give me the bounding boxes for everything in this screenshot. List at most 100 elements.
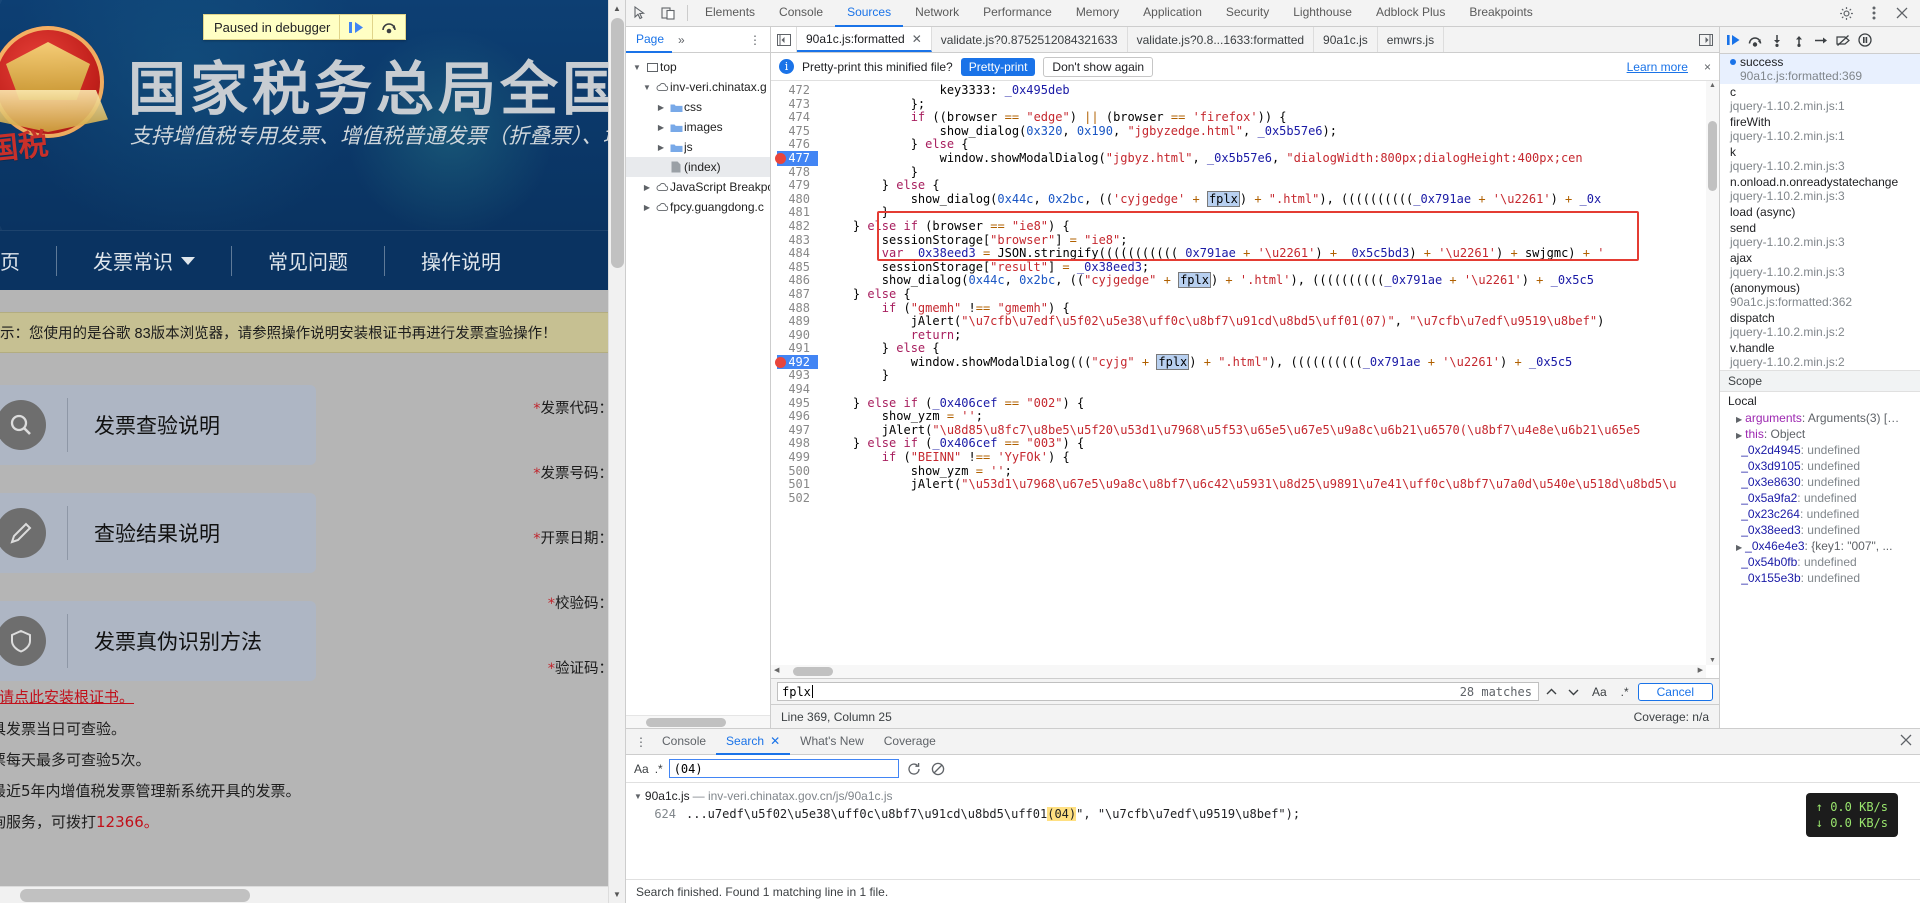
install-root-cert-link[interactable]: 查验前请点此安装根证书。: [0, 686, 134, 707]
line-number[interactable]: 478: [771, 166, 818, 180]
line-number[interactable]: 501: [771, 478, 818, 492]
resume-icon[interactable]: [339, 15, 372, 39]
line-number[interactable]: 480: [771, 193, 818, 207]
code-line[interactable]: 483 sessionStorage["browser"] = "ie8";: [771, 234, 1719, 248]
scrollbar-thumb[interactable]: [646, 718, 726, 727]
line-number[interactable]: 477: [771, 152, 818, 166]
scope-variable[interactable]: _0x155e3b: undefined: [1720, 570, 1920, 586]
tab-sources[interactable]: Sources: [835, 0, 903, 27]
tab-breakpoints[interactable]: Breakpoints: [1457, 0, 1544, 27]
scroll-down-arrow-icon[interactable]: ▼: [609, 886, 625, 903]
chevron-right-icon[interactable]: ▶: [1736, 431, 1742, 440]
call-stack-frame[interactable]: n.onload.n.onreadystatechangejquery-1.10…: [1720, 174, 1920, 204]
line-number[interactable]: 489: [771, 315, 818, 329]
call-stack-frame[interactable]: (anonymous)90a1c.js:formatted:362: [1720, 280, 1920, 310]
scope-variable[interactable]: _0x3e8630: undefined: [1720, 474, 1920, 490]
card-result-help[interactable]: 查验结果说明: [0, 493, 316, 573]
scrollbar-thumb[interactable]: [611, 18, 624, 268]
line-number[interactable]: 485: [771, 261, 818, 275]
scope-variable[interactable]: ▶_0x46e4e3: {key1: "007", ...: [1720, 538, 1920, 554]
page-horizontal-scrollbar[interactable]: [0, 886, 608, 903]
more-vertical-icon[interactable]: ⋮: [630, 735, 652, 749]
scroll-left-arrow-icon[interactable]: ◀: [774, 666, 779, 674]
code-horizontal-scrollbar[interactable]: ◀ ▶: [771, 665, 1706, 678]
chevron-right-icon[interactable]: ▶: [654, 103, 668, 112]
code-line[interactable]: 500 show_yzm = '';: [771, 465, 1719, 479]
step-over-icon[interactable]: [1744, 28, 1766, 52]
editor-tab-90a1c-formatted[interactable]: 90a1c.js:formatted ✕: [797, 27, 932, 52]
code-line[interactable]: 486 show_dialog(0x44c, 0x2bc, (("cyjgedg…: [771, 274, 1719, 288]
scope-variable[interactable]: _0x3d9105: undefined: [1720, 458, 1920, 474]
code-line[interactable]: 472 key3333: _0x495deb: [771, 84, 1719, 98]
code-line[interactable]: 489 jAlert("\u7cfb\u7edf\u5f02\u5e38\uff…: [771, 315, 1719, 329]
call-stack-frame[interactable]: v.handlejquery-1.10.2.min.js:2: [1720, 340, 1920, 370]
tab-security[interactable]: Security: [1214, 0, 1281, 27]
breakpoint-marker[interactable]: [775, 357, 786, 368]
more-vertical-icon[interactable]: [1860, 0, 1888, 26]
chevron-right-icon[interactable]: ▶: [654, 143, 668, 152]
drawer-tab-whats-new[interactable]: What's New: [790, 729, 874, 755]
code-line[interactable]: 492 window.showModalDialog((("cyjg" + fp…: [771, 356, 1719, 370]
match-case-toggle[interactable]: Aa: [1587, 682, 1612, 701]
drawer-tab-search[interactable]: Search ✕: [716, 729, 790, 755]
code-line[interactable]: 494: [771, 383, 1719, 397]
editor-tab-emwrs[interactable]: emwrs.js: [1378, 27, 1444, 52]
regex-toggle[interactable]: .*: [1616, 682, 1634, 701]
tab-console[interactable]: Console: [767, 0, 835, 27]
dont-show-again-button[interactable]: Don't show again: [1043, 57, 1153, 77]
line-number[interactable]: 472: [771, 84, 818, 98]
scope-variable[interactable]: _0x38eed3: undefined: [1720, 522, 1920, 538]
chevron-right-icon[interactable]: ▶: [1736, 415, 1742, 424]
scope-group-local[interactable]: Local: [1720, 392, 1920, 410]
editor-tab-validate[interactable]: validate.js?0.8752512084321633: [932, 27, 1128, 52]
line-number[interactable]: 482: [771, 220, 818, 234]
line-number[interactable]: 495: [771, 397, 818, 411]
tab-network[interactable]: Network: [903, 0, 971, 27]
scope-variable[interactable]: _0x54b0fb: undefined: [1720, 554, 1920, 570]
card-authenticity-method[interactable]: 发票真伪识别方法: [0, 601, 316, 681]
line-number[interactable]: 476: [771, 138, 818, 152]
scope-variable[interactable]: _0x5a9fa2: undefined: [1720, 490, 1920, 506]
call-stack-frame[interactable]: success90a1c.js:formatted:369: [1720, 54, 1920, 84]
tree-node-top[interactable]: ▼ top: [626, 57, 770, 77]
chevron-down-icon[interactable]: ▼: [634, 792, 642, 801]
tab-elements[interactable]: Elements: [693, 0, 767, 27]
search-result-file[interactable]: ▼ 90a1c.js — inv-veri.chinatax.gov.cn/js…: [626, 787, 1920, 805]
nav-item-invoice-knowledge[interactable]: 发票常识: [57, 244, 231, 278]
tree-node-index[interactable]: (index): [626, 157, 770, 177]
code-line[interactable]: 496 show_yzm = '';: [771, 410, 1719, 424]
tab-performance[interactable]: Performance: [971, 0, 1064, 27]
tree-node-images[interactable]: ▶ images: [626, 117, 770, 137]
line-number[interactable]: 500: [771, 465, 818, 479]
line-number[interactable]: 496: [771, 410, 818, 424]
code-line[interactable]: 499 if ("BEINN" !== 'YyFOk') {: [771, 451, 1719, 465]
breakpoint-marker[interactable]: [775, 153, 786, 164]
line-number[interactable]: 486: [771, 274, 818, 288]
tree-node-js[interactable]: ▶ js: [626, 137, 770, 157]
close-icon[interactable]: ✕: [912, 32, 922, 46]
scope-section-header[interactable]: Scope: [1720, 370, 1920, 392]
deactivate-breakpoints-icon[interactable]: [1832, 28, 1854, 52]
scope-variable[interactable]: ▶this: Object: [1720, 426, 1920, 442]
call-stack-frame[interactable]: cjquery-1.10.2.min.js:1: [1720, 84, 1920, 114]
drawer-close-icon[interactable]: [1892, 734, 1920, 749]
refresh-icon[interactable]: [905, 760, 923, 778]
code-line[interactable]: 493 }: [771, 369, 1719, 383]
scope-variable[interactable]: _0x2d4945: undefined: [1720, 442, 1920, 458]
chevron-right-icon[interactable]: ▶: [654, 123, 668, 132]
line-number[interactable]: 490: [771, 329, 818, 343]
code-line[interactable]: 495 } else if (_0x406cef == "002") {: [771, 397, 1719, 411]
drawer-tab-console[interactable]: Console: [652, 729, 716, 755]
code-line[interactable]: 477 window.showModalDialog("jgbyz.html",…: [771, 152, 1719, 166]
device-toolbar-icon[interactable]: [654, 0, 682, 26]
tree-node-fpcy-guangdong[interactable]: ▶ fpcy.guangdong.c: [626, 197, 770, 217]
code-line[interactable]: 476 } else {: [771, 138, 1719, 152]
code-line[interactable]: 490 return;: [771, 329, 1719, 343]
tree-node-css[interactable]: ▶ css: [626, 97, 770, 117]
editor-tab-90a1c[interactable]: 90a1c.js: [1314, 27, 1378, 52]
navigator-tab-page[interactable]: Page: [626, 27, 672, 53]
tab-application[interactable]: Application: [1131, 0, 1214, 27]
code-line[interactable]: 497 jAlert("\u8d85\u8fc7\u8be5\u5f20\u53…: [771, 424, 1719, 438]
show-navigator-icon[interactable]: [771, 27, 797, 52]
code-line[interactable]: 473 };: [771, 98, 1719, 112]
